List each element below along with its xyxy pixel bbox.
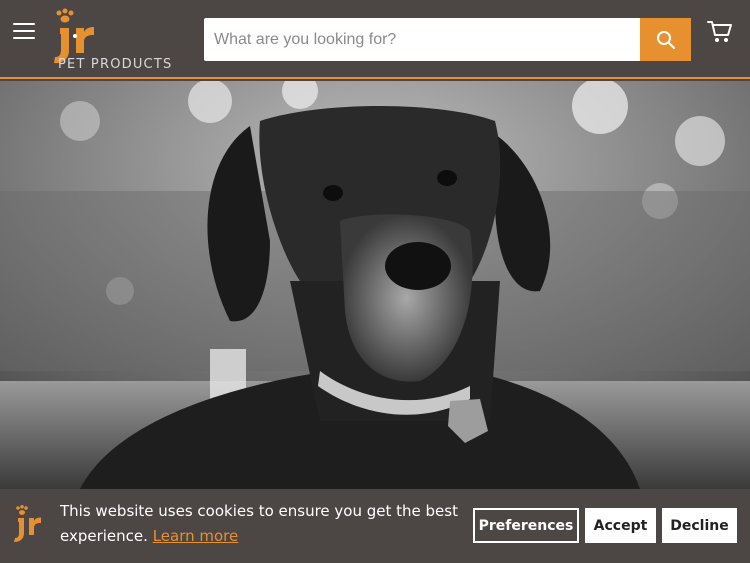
cookie-logo-icon xyxy=(13,505,47,550)
search-button[interactable] xyxy=(640,18,691,61)
search-icon xyxy=(656,30,675,49)
preferences-button[interactable]: Preferences xyxy=(473,508,579,543)
cookie-message: This website uses cookies to ensure you … xyxy=(60,499,460,549)
decline-button[interactable]: Decline xyxy=(662,508,737,543)
cookie-message-text: This website uses cookies to ensure you … xyxy=(60,502,458,545)
dog-photo xyxy=(0,81,750,489)
hero-image xyxy=(0,81,750,489)
logo-subtext: PET PRODUCTS xyxy=(58,57,173,72)
site-header: PET PRODUCTS xyxy=(0,0,750,79)
learn-more-link[interactable]: Learn more xyxy=(153,527,239,545)
search-input[interactable] xyxy=(204,18,640,61)
hamburger-menu-icon[interactable] xyxy=(13,21,35,39)
cart-icon[interactable] xyxy=(707,20,733,44)
accept-button[interactable]: Accept xyxy=(585,508,656,543)
search-bar xyxy=(204,18,691,61)
